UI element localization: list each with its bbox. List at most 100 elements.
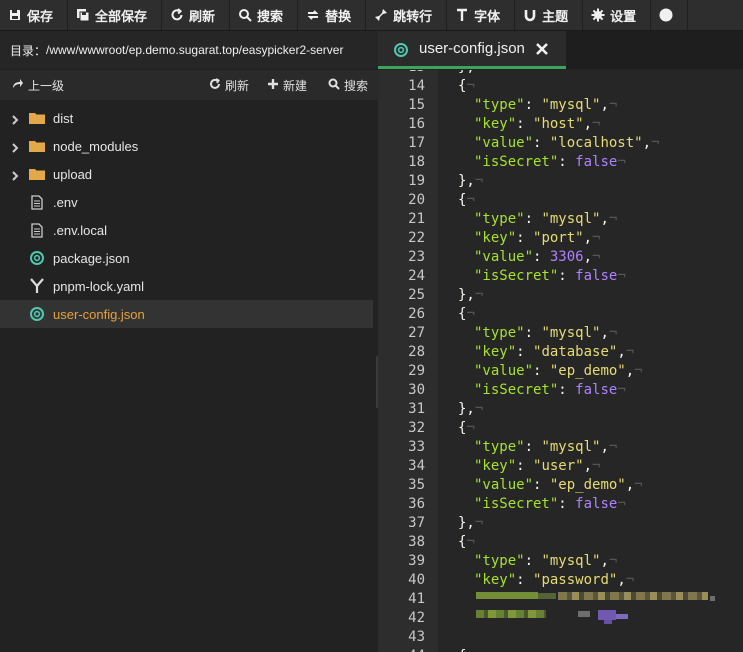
file-name: pnpm-lock.yaml [53, 278, 145, 294]
code-line: "value": "ep_demo",¬ [378, 476, 743, 495]
chevron-right-icon[interactable] [10, 141, 20, 153]
toolbar-button-help[interactable]: ? [651, 0, 689, 30]
file-tree-item[interactable]: upload [0, 160, 378, 188]
code-line: "type": "mysql",¬ [378, 96, 743, 115]
close-icon[interactable] [535, 42, 549, 56]
refresh-icon [170, 8, 184, 22]
code-line: },¬ [378, 286, 743, 305]
search-files-label: 搜索 [344, 78, 369, 93]
code-line: "isSecret": false¬ [378, 381, 743, 400]
folder-icon [29, 166, 45, 182]
directory-path: /www/wwwroot/ep.demo.sugarat.top/easypic… [46, 43, 344, 57]
toolbar-button-magnet[interactable]: 主题 [515, 0, 584, 30]
folder-icon [29, 138, 45, 154]
json-file-icon [393, 42, 409, 58]
toolbar-button-label: 主题 [542, 8, 569, 24]
file-name: .env.local [53, 222, 107, 238]
code-text: "value": 3306,¬ [474, 249, 601, 265]
up-level-label: 上一级 [28, 78, 65, 93]
code-editor[interactable]: 1314151617181920212223242526272829303132… [378, 70, 743, 652]
toolbar-button-label: 刷新 [189, 8, 216, 24]
code-text: {¬ [458, 78, 475, 94]
json-file-icon [29, 250, 45, 266]
code-text: {¬ [458, 306, 475, 322]
toolbar-button-label: 跳转行 [393, 8, 433, 24]
file-tree-item[interactable]: node_modules [0, 132, 378, 160]
file-tree-item[interactable]: package.json [0, 244, 378, 272]
code-line: "isSecret": false¬ [378, 153, 743, 172]
code-text: "type": "mysql",¬ [474, 439, 618, 455]
code-text: "value": "ep_demo",¬ [474, 363, 643, 379]
code-line: "type": "mysql",¬ [378, 210, 743, 229]
toolbar-button-save-all[interactable]: 全部保存 [68, 0, 163, 30]
search-files-button[interactable]: 搜索 [328, 77, 368, 94]
file-tree-item[interactable]: user-config.json [0, 300, 373, 328]
file-name: .env [53, 194, 78, 210]
file-icon [29, 194, 45, 210]
toolbar-button-pin[interactable]: 跳转行 [366, 0, 448, 30]
code-text: "isSecret": false¬ [474, 382, 626, 398]
file-tree-item[interactable]: .env.local [0, 216, 378, 244]
code-text: "isSecret": false¬ [474, 496, 626, 512]
toolbar-button-label: 全部保存 [95, 8, 148, 24]
json-file-icon [29, 306, 45, 322]
code-line: {¬ [378, 647, 743, 652]
magnet-icon [523, 8, 537, 22]
editor-tabs: user-config.json [378, 31, 743, 69]
toolbar-button-replace[interactable]: 替换 [298, 0, 367, 30]
toolbar-button-refresh[interactable]: 刷新 [162, 0, 231, 30]
code-text: "value": "localhost",¬ [474, 135, 660, 151]
file-tree-item[interactable]: .env [0, 188, 378, 216]
code-line: {¬ [378, 191, 743, 210]
file-name: dist [53, 110, 74, 126]
file-tree-item[interactable]: pnpm-lock.yaml [0, 272, 378, 300]
code-line: "isSecret": false¬ [378, 495, 743, 514]
code-text: "key": "port",¬ [474, 230, 601, 246]
code-line: },¬ [378, 400, 743, 419]
save-icon [8, 8, 22, 22]
directory-bar: 目录： /www/wwwroot/ep.demo.sugarat.top/eas… [0, 31, 378, 69]
code-line: },¬ [378, 514, 743, 533]
code-line: "key": "password",¬ [378, 571, 743, 590]
code-line: {¬ [378, 533, 743, 552]
code-text: "key": "password",¬ [474, 572, 635, 588]
svg-text:?: ? [663, 11, 669, 22]
toolbar-button-label: 设置 [610, 8, 637, 24]
toolbar-button-label: 字体 [474, 8, 501, 24]
refresh-icon [209, 77, 221, 93]
code-line: "type": "mysql",¬ [378, 438, 743, 457]
code-text: },¬ [458, 70, 483, 77]
refresh-files-button[interactable]: 刷新 [209, 77, 249, 94]
tab-user-config[interactable]: user-config.json [378, 31, 566, 69]
code-line: "key": "port",¬ [378, 229, 743, 248]
code-line: "key": "host",¬ [378, 115, 743, 134]
up-level-button[interactable]: 上一级 [12, 77, 64, 94]
toolbar-button-label: 保存 [27, 8, 54, 24]
toolbar-button-search[interactable]: 搜索 [230, 0, 299, 30]
code-line: "value": "localhost",¬ [378, 134, 743, 153]
code-line: "type": "mysql",¬ [378, 552, 743, 571]
toolbar-button-text[interactable]: 字体 [447, 0, 516, 30]
code-text: "key": "database",¬ [474, 344, 635, 360]
file-name: upload [53, 166, 93, 182]
chevron-right-icon[interactable] [10, 113, 20, 125]
code-text: "value": "ep_demo",¬ [474, 477, 643, 493]
chevron-right-icon[interactable] [10, 169, 20, 181]
toolbar-button-label: 替换 [325, 8, 352, 24]
toolbar-button-save[interactable]: 保存 [0, 0, 69, 30]
directory-label: 目录： [10, 43, 47, 58]
file-tree-item[interactable]: dist [0, 104, 378, 132]
pin-icon [374, 8, 388, 22]
code-text: "key": "user",¬ [474, 458, 601, 474]
code-line: },¬ [378, 172, 743, 191]
code-line: "value": "ep_demo",¬ [378, 362, 743, 381]
code-text: "type": "mysql",¬ [474, 97, 618, 113]
toolbar-button-gear[interactable]: 设置 [583, 0, 652, 30]
new-file-label: 新建 [283, 78, 308, 93]
code-text: "type": "mysql",¬ [474, 211, 618, 227]
new-file-button[interactable]: 新建 [267, 77, 307, 94]
save-all-icon [76, 8, 90, 22]
code-text: {¬ [458, 420, 475, 436]
